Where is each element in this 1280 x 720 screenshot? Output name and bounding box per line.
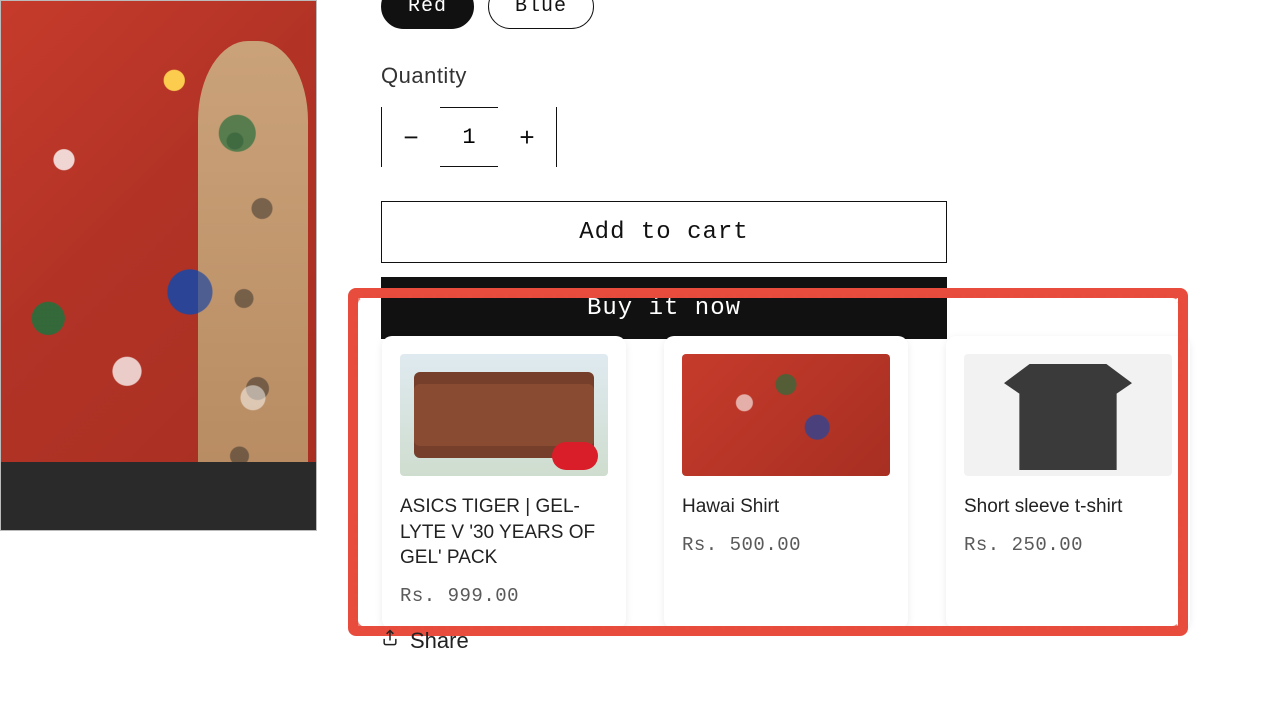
quantity-label: Quantity xyxy=(381,63,1277,89)
recommendation-card[interactable]: Short sleeve t-shirt Rs. 250.00 xyxy=(946,336,1190,629)
quantity-decrement-button[interactable]: − xyxy=(382,107,440,167)
share-button[interactable]: Share xyxy=(380,628,469,654)
quantity-value: 1 xyxy=(440,125,498,150)
recommendation-thumb xyxy=(682,354,890,476)
recommendation-price: Rs. 999.00 xyxy=(400,585,608,607)
quantity-increment-button[interactable]: + xyxy=(498,107,556,167)
share-icon xyxy=(380,628,400,654)
variant-option-blue[interactable]: Blue xyxy=(488,0,594,29)
product-main-image xyxy=(0,0,317,531)
recommendation-title: ASICS TIGER | GEL-LYTE V '30 YEARS OF GE… xyxy=(400,494,608,571)
variant-option-red[interactable]: Red xyxy=(381,0,474,29)
recommendations-strip: ASICS TIGER | GEL-LYTE V '30 YEARS OF GE… xyxy=(348,288,1188,636)
product-image-decor xyxy=(198,41,308,511)
recommendation-price: Rs. 250.00 xyxy=(964,534,1172,556)
recommendation-thumb xyxy=(400,354,608,476)
recommendation-price: Rs. 500.00 xyxy=(682,534,890,556)
recommendation-title: Short sleeve t-shirt xyxy=(964,494,1172,520)
recommendation-thumb xyxy=(964,354,1172,476)
recommendation-card[interactable]: ASICS TIGER | GEL-LYTE V '30 YEARS OF GE… xyxy=(382,336,626,629)
variant-selector: Red Blue xyxy=(381,0,1277,29)
share-label: Share xyxy=(410,628,469,654)
recommendation-card[interactable]: Hawai Shirt Rs. 500.00 xyxy=(664,336,908,629)
quantity-stepper: − 1 + xyxy=(381,107,557,167)
product-image-decor xyxy=(1,462,316,530)
recommendation-title: Hawai Shirt xyxy=(682,494,890,520)
add-to-cart-button[interactable]: Add to cart xyxy=(381,201,947,263)
